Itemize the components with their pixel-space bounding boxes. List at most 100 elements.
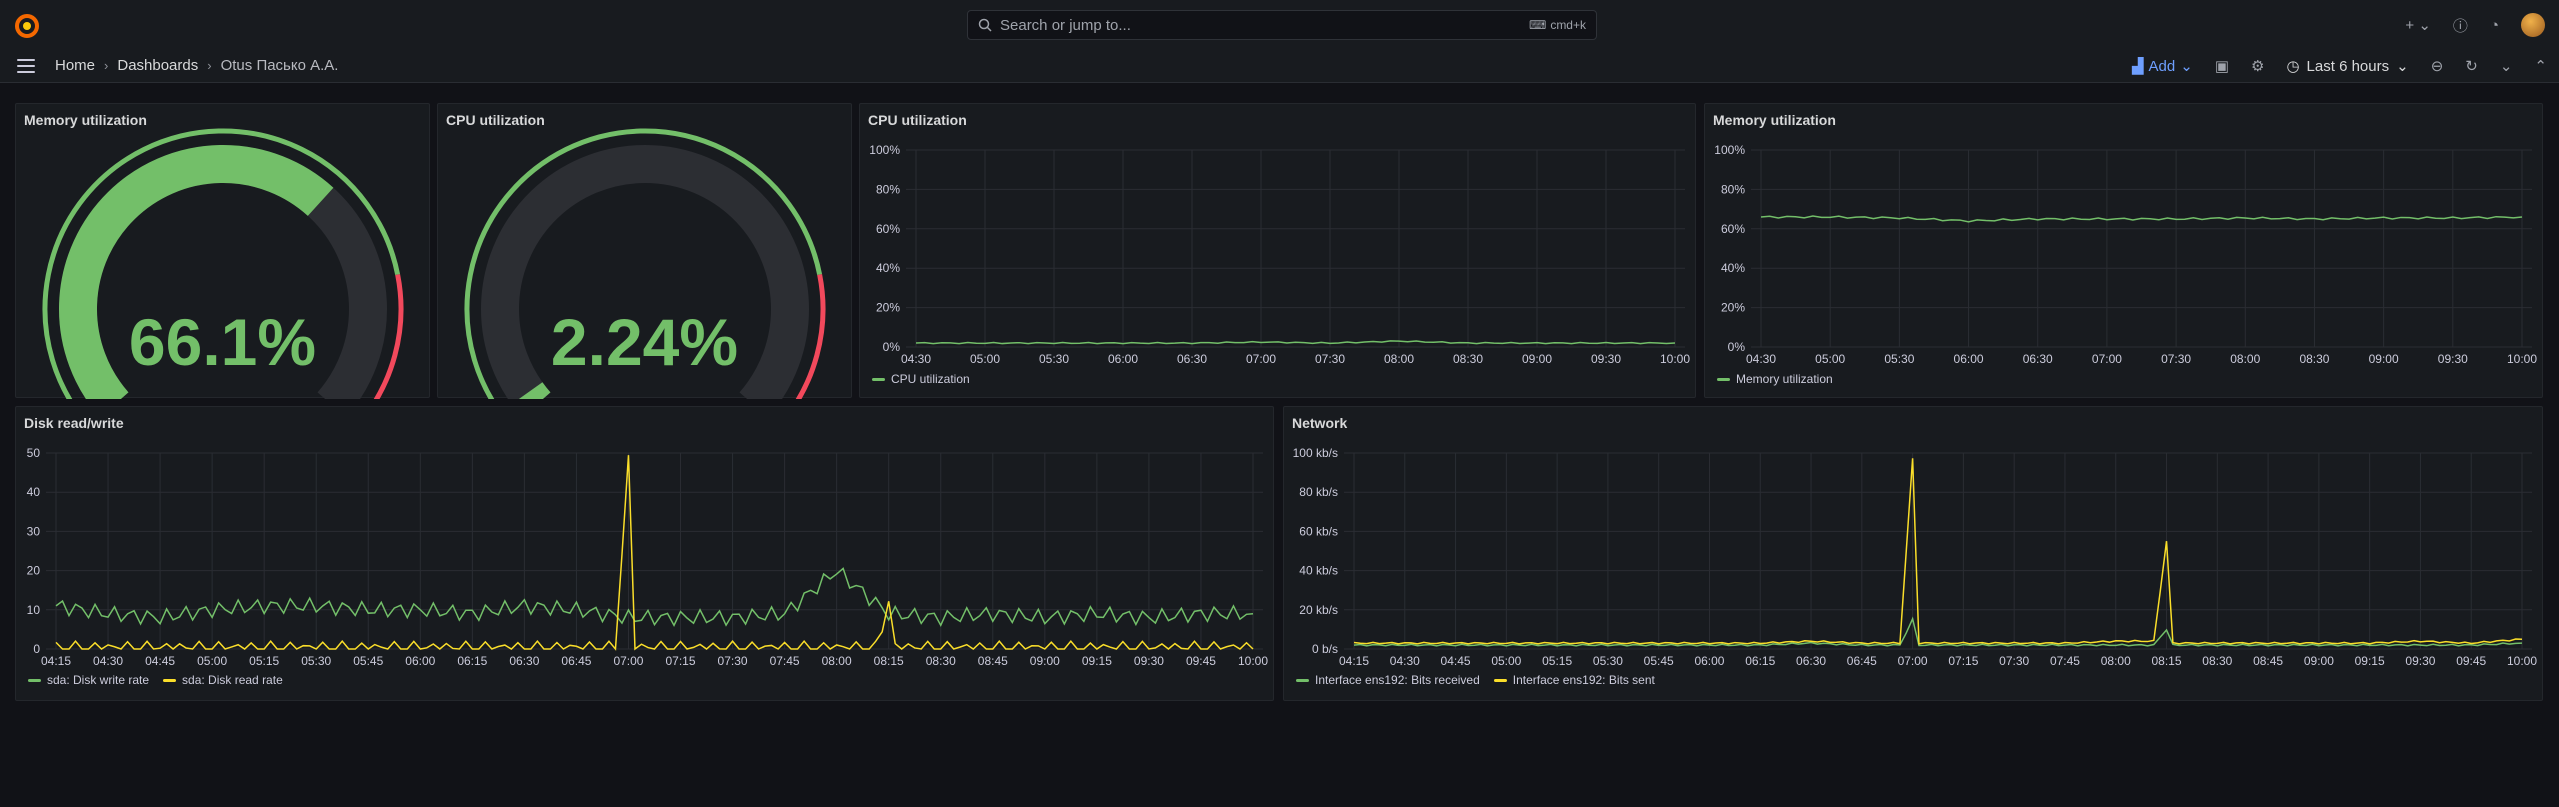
x-tick-label: 09:15 <box>1082 654 1112 668</box>
x-tick-label: 07:00 <box>613 654 643 668</box>
x-tick-label: 10:00 <box>2507 352 2537 366</box>
panel-cpu-gauge[interactable]: CPU utilization 2.24% <box>437 103 852 399</box>
panel-memory-gauge[interactable]: Memory utilization 66.1% <box>15 103 430 399</box>
x-tick-label: 10:00 <box>1660 352 1690 366</box>
gear-icon[interactable]: ⚙ <box>2251 57 2264 75</box>
x-tick-label: 05:00 <box>1815 352 1845 366</box>
legend: Memory utilization <box>1717 372 1833 386</box>
x-tick-label: 09:45 <box>1186 654 1216 668</box>
gauge-value: 2.24% <box>550 305 739 379</box>
x-tick-label: 05:45 <box>353 654 383 668</box>
chevron-down-icon: ⌄ <box>2396 58 2409 75</box>
x-tick-label: 07:30 <box>1315 352 1345 366</box>
y-tick-label: 40 kb/s <box>1299 564 1338 578</box>
x-tick-label: 04:30 <box>901 352 931 366</box>
x-tick-label: 09:00 <box>1030 654 1060 668</box>
chevron-down-icon: ⌄ <box>2180 58 2193 75</box>
x-tick-label: 06:30 <box>509 654 539 668</box>
gauge-value-arc <box>518 382 551 399</box>
legend-item[interactable]: sda: Disk read rate <box>163 673 283 687</box>
memory-chart: 0% 20% 40% 60% 80% 100% 04:30 05:00 05:30 06:00 06… <box>1714 143 2537 366</box>
breadcrumb-home[interactable]: Home <box>55 57 95 74</box>
x-tick-label: 07:45 <box>770 654 800 668</box>
disk-chart: 0 10 20 30 40 50 04:15 04:30 04:45 05:00 05:15 05:3… <box>27 446 1269 668</box>
y-tick-label: 20 <box>27 564 41 578</box>
x-tick-label: 09:30 <box>2405 654 2435 668</box>
y-tick-label: 60% <box>876 222 900 236</box>
x-tick-label: 07:30 <box>2161 352 2191 366</box>
y-tick-label: 40% <box>1721 261 1745 275</box>
legend-item[interactable]: Interface ens192: Bits received <box>1296 673 1480 687</box>
x-tick-label: 06:00 <box>1954 352 1984 366</box>
x-tick-label: 04:30 <box>93 654 123 668</box>
panel-disk[interactable]: Disk read/write 0 10 20 30 40 50 04:15 04:30 04:… <box>15 406 1274 701</box>
y-tick-label: 40% <box>876 261 900 275</box>
y-tick-label: 20% <box>1721 301 1745 315</box>
y-tick-label: 100 kb/s <box>1293 446 1338 460</box>
chevron-right-icon: › <box>207 58 212 73</box>
help-icon[interactable]: ⓘ <box>2453 15 2468 36</box>
x-tick-label: 05:00 <box>1491 654 1521 668</box>
legend-item[interactable]: Memory utilization <box>1717 372 1833 386</box>
zoom-out-icon[interactable]: ⊖ <box>2431 57 2444 75</box>
breadcrumb-dashboards[interactable]: Dashboards <box>117 57 198 74</box>
x-tick-label: 05:30 <box>1039 352 1069 366</box>
time-picker[interactable]: ◷ Last 6 hours ⌄ <box>2286 57 2409 76</box>
x-tick-label: 09:00 <box>1522 352 1552 366</box>
x-tick-label: 04:30 <box>1390 654 1420 668</box>
avatar[interactable] <box>2521 13 2545 37</box>
x-tick-label: 08:00 <box>2101 654 2131 668</box>
search-input[interactable]: Search or jump to... ⌨ cmd+k <box>967 10 1597 40</box>
search-placeholder: Search or jump to... <box>1000 16 1131 34</box>
panel-network[interactable]: Network 0 b/s 20 kb/s 40 kb/s 60 kb/s 80 kb/… <box>1283 406 2543 701</box>
x-tick-label: 08:00 <box>2230 352 2260 366</box>
panel-memory-timeseries[interactable]: Memory utilization 0% 20% 40% 60% 80% 100% 04:… <box>1704 103 2543 398</box>
chevron-down-icon[interactable]: ⌄ <box>2500 57 2513 75</box>
legend-item[interactable]: Interface ens192: Bits sent <box>1493 673 1655 687</box>
x-tick-label: 08:30 <box>1453 352 1483 366</box>
clock-icon: ◷ <box>2286 58 2300 75</box>
refresh-icon[interactable]: ↻ <box>2465 57 2478 75</box>
y-tick-label: 60% <box>1721 222 1745 236</box>
plus-icon[interactable]: + ⌄ <box>2405 16 2431 34</box>
x-tick-label: 05:30 <box>301 654 331 668</box>
grafana-logo-icon[interactable] <box>14 13 40 39</box>
x-tick-label: 09:30 <box>1591 352 1621 366</box>
y-tick-label: 100% <box>1714 143 1745 157</box>
y-tick-label: 20 kb/s <box>1299 603 1338 617</box>
y-tick-label: 0% <box>1728 340 1746 354</box>
y-tick-label: 10 <box>27 603 41 617</box>
x-tick-label: 07:00 <box>2092 352 2122 366</box>
x-tick-label: 09:30 <box>1134 654 1164 668</box>
x-tick-label: 06:30 <box>1796 654 1826 668</box>
search-icon <box>978 18 992 32</box>
x-tick-label: 06:00 <box>1694 654 1724 668</box>
x-tick-label: 04:15 <box>41 654 71 668</box>
legend: Interface ens192: Bits received Interfac… <box>1296 673 1655 687</box>
add-button[interactable]: ▟ Add ⌄ <box>2131 57 2193 76</box>
panel-cpu-timeseries[interactable]: CPU utilization 0% 20% 40% 60% 80% 100% 04:30 0… <box>859 103 1696 398</box>
rss-icon[interactable]: ◔ <box>2490 17 2499 34</box>
series-line <box>1760 215 2523 223</box>
x-tick-label: 07:45 <box>2050 654 2080 668</box>
save-icon[interactable]: ▣ <box>2215 57 2229 75</box>
series-line <box>55 455 1254 651</box>
x-tick-label: 04:30 <box>1746 352 1776 366</box>
chevron-up-icon[interactable]: ⌃ <box>2534 57 2547 75</box>
x-tick-label: 04:45 <box>1441 654 1471 668</box>
series-line <box>915 340 1676 345</box>
x-tick-label: 08:00 <box>822 654 852 668</box>
y-tick-label: 0 b/s <box>1312 642 1338 656</box>
y-tick-label: 0% <box>883 340 901 354</box>
legend-item[interactable]: CPU utilization <box>872 372 970 386</box>
x-tick-label: 09:15 <box>2355 654 2385 668</box>
x-tick-label: 05:15 <box>1542 654 1572 668</box>
y-tick-label: 40 <box>27 485 41 499</box>
x-tick-label: 06:15 <box>1745 654 1775 668</box>
x-tick-label: 08:15 <box>874 654 904 668</box>
legend-item[interactable]: sda: Disk write rate <box>28 673 149 687</box>
bar-chart-icon: ▟ <box>2131 58 2144 75</box>
x-tick-label: 09:00 <box>2304 654 2334 668</box>
x-tick-label: 08:15 <box>2152 654 2182 668</box>
menu-icon[interactable] <box>17 59 35 73</box>
